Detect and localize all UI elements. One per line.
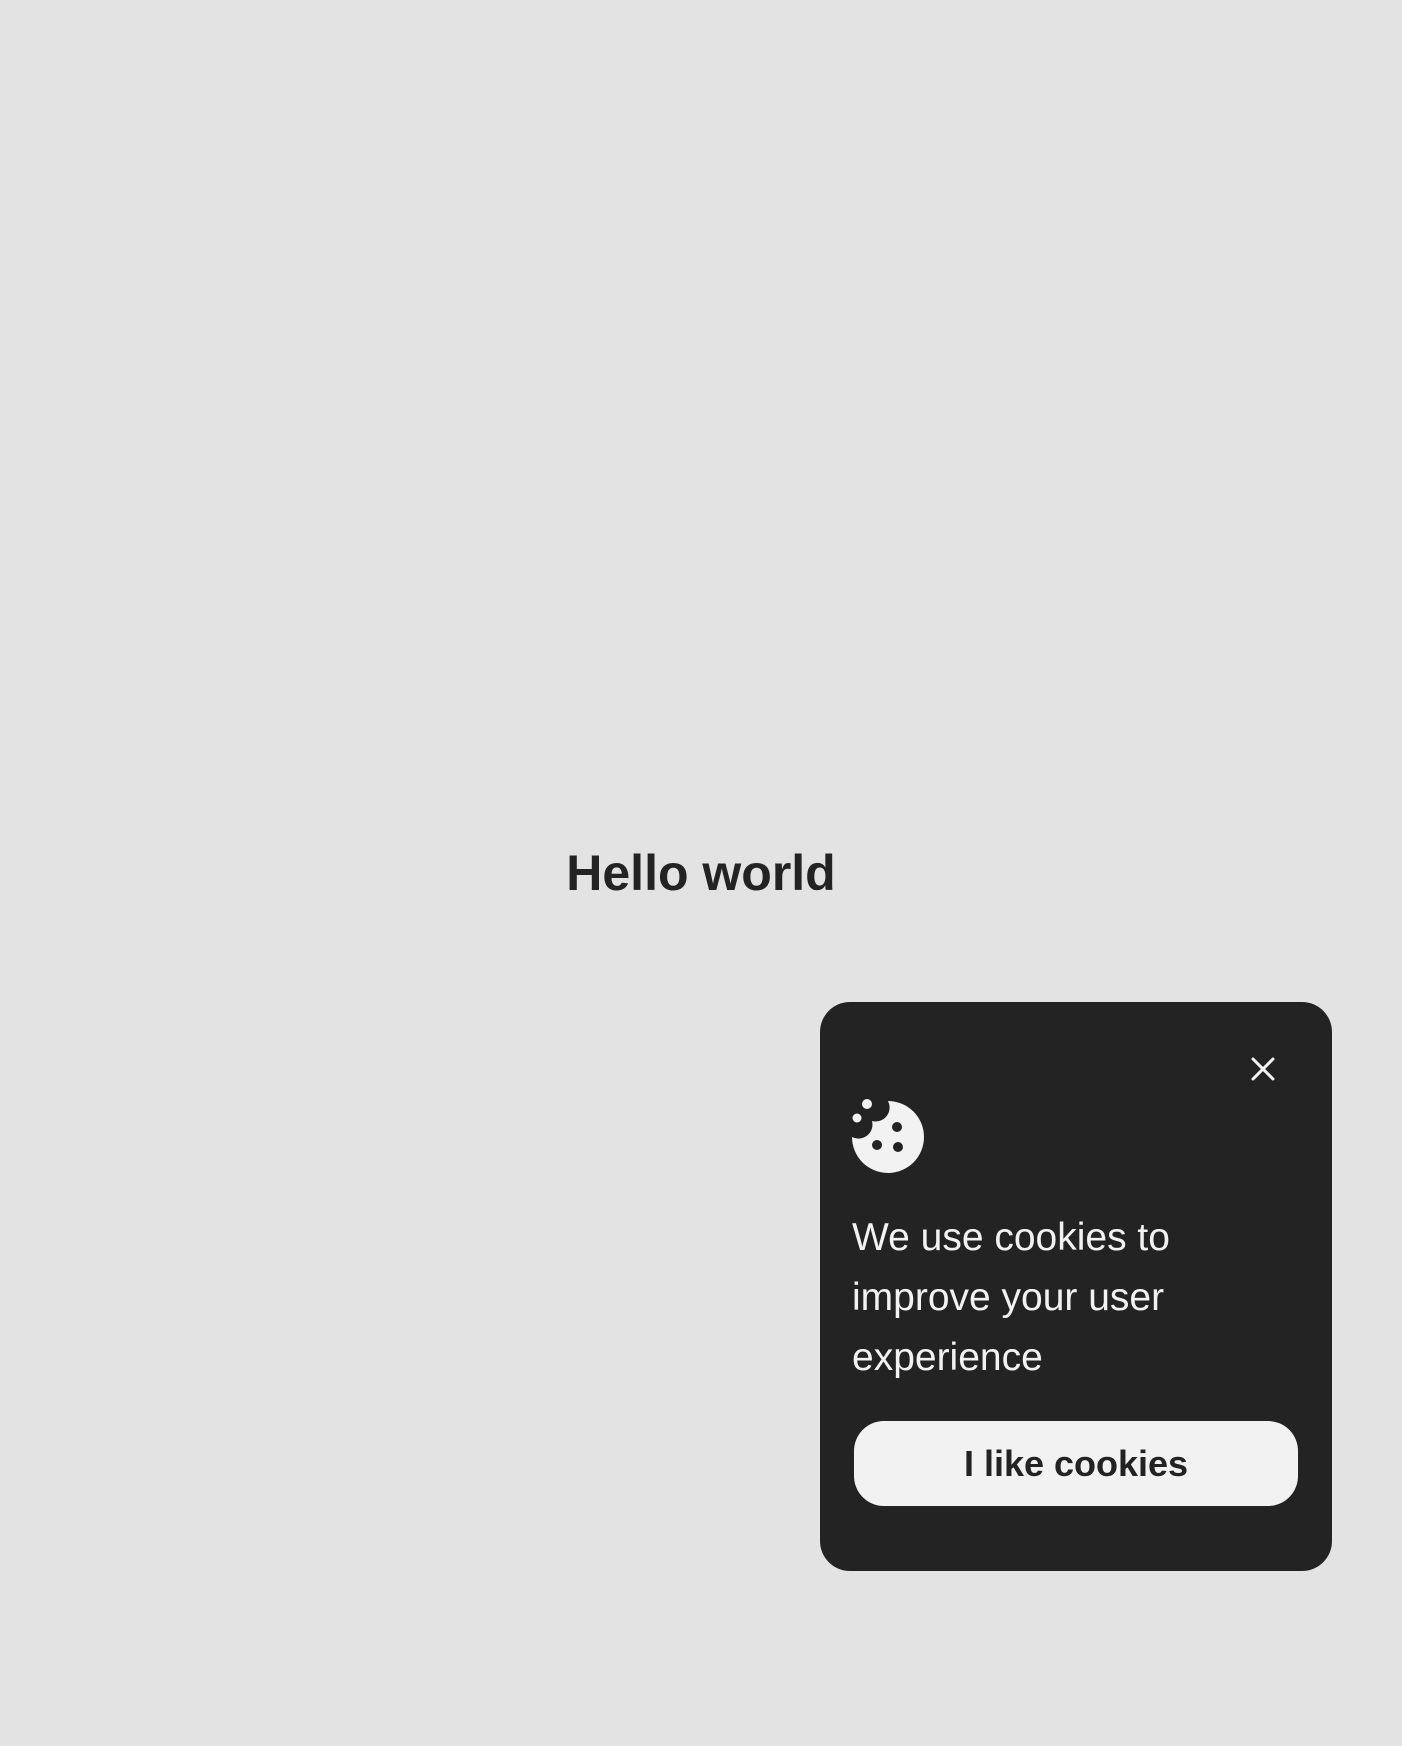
page-heading: Hello world: [566, 845, 836, 901]
cookie-banner: We use cookies to improve your user expe…: [820, 1002, 1332, 1571]
close-button[interactable]: [1242, 1048, 1284, 1090]
accept-cookies-button[interactable]: I like cookies: [854, 1421, 1298, 1506]
cookie-message: We use cookies to improve your user expe…: [852, 1216, 1170, 1379]
cookie-icon: [852, 1099, 924, 1173]
close-icon: [1251, 1057, 1275, 1081]
